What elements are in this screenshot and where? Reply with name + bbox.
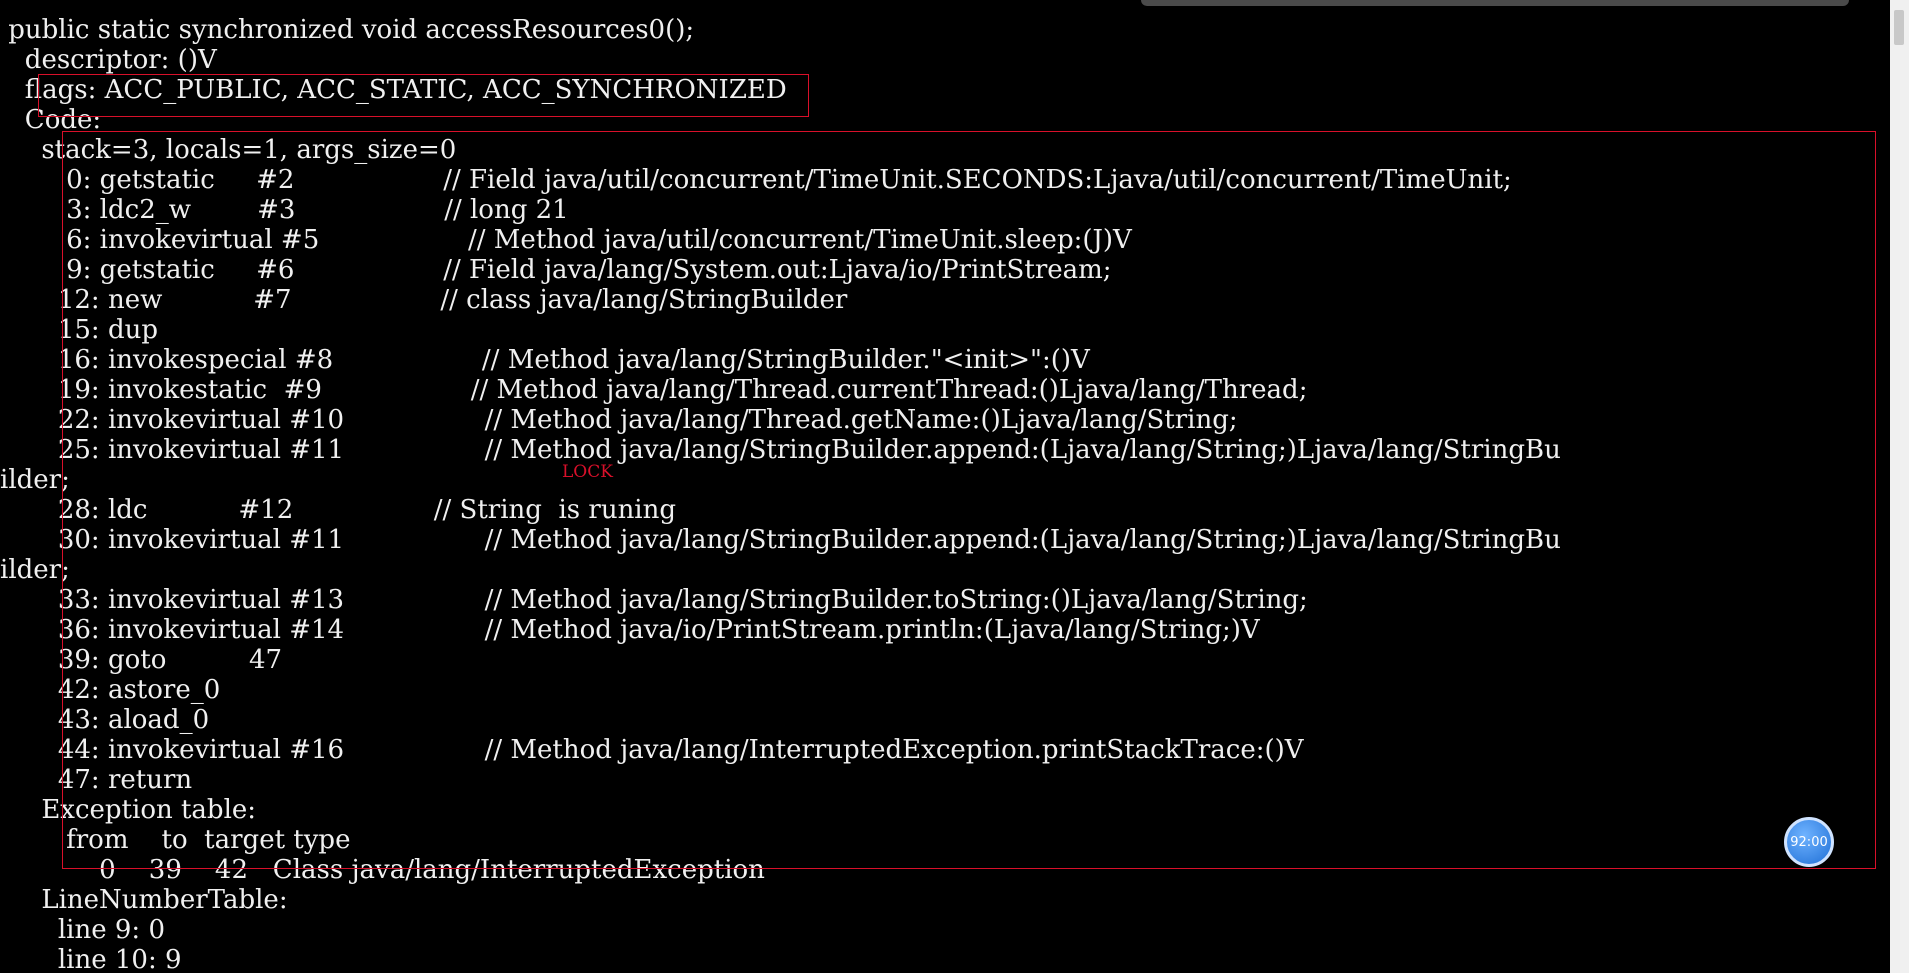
code-line: descriptor: ()V	[0, 45, 217, 75]
lock-annotation-label: LOCK	[562, 462, 613, 482]
code-highlight-box	[62, 131, 1876, 869]
floating-clock-badge[interactable]: 92:00	[1784, 817, 1834, 867]
code-line: line 9: 0	[0, 915, 165, 945]
scrollbar-thumb[interactable]	[1894, 10, 1904, 45]
code-line: ilder;	[0, 465, 70, 495]
code-line: line 10: 9	[0, 945, 182, 973]
clock-badge-text: 92:00	[1790, 834, 1828, 850]
vertical-scrollbar[interactable]	[1890, 0, 1909, 973]
terminal-output: public static synchronized void accessRe…	[0, 0, 1890, 973]
code-line: LineNumberTable:	[0, 885, 288, 915]
flags-highlight-box	[38, 74, 809, 117]
code-line: ilder;	[0, 555, 70, 585]
code-line: public static synchronized void accessRe…	[0, 15, 695, 45]
window-title-strip[interactable]	[1141, 0, 1849, 6]
